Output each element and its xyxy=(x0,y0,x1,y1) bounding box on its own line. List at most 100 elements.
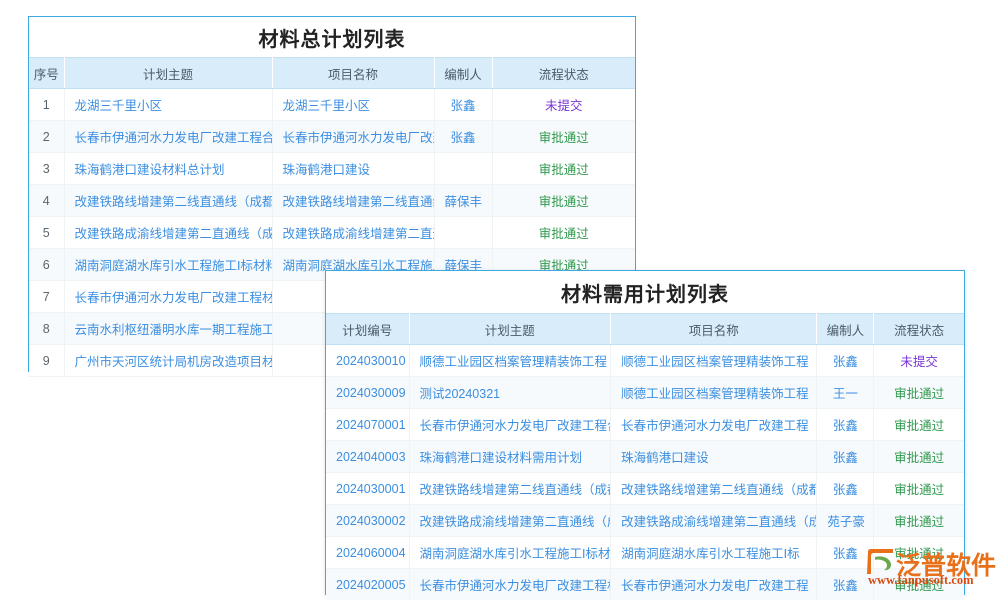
cell-author: 张鑫 xyxy=(817,345,874,377)
cell-index: 8 xyxy=(29,313,64,345)
cell-subject[interactable]: 珠海鹤港口建设材料总计划 xyxy=(64,153,272,185)
cell-subject[interactable]: 改建铁路成渝线增建第二直通线（成渝枢纽... xyxy=(64,217,272,249)
table-row[interactable]: 2长春市伊通河水力发电厂改建工程合同材料...长春市伊通河水力发电厂改建工程张鑫… xyxy=(29,121,635,153)
cell-subject[interactable]: 湖南洞庭湖水库引水工程施工I标材... xyxy=(409,537,611,569)
cell-code[interactable]: 2024070001 xyxy=(326,409,409,441)
cell-index: 1 xyxy=(29,89,64,121)
cell-index: 5 xyxy=(29,217,64,249)
status-badge: 审批通过 xyxy=(492,121,635,153)
cell-author: 王一 xyxy=(817,377,874,409)
cell-index: 7 xyxy=(29,281,64,313)
demand-plan-table-wrap: 计划编号 计划主题 项目名称 编制人 流程状态 2024030010顺德工业园区… xyxy=(326,313,964,600)
demand-plan-header-row: 计划编号 计划主题 项目名称 编制人 流程状态 xyxy=(326,314,964,345)
cell-code[interactable]: 2024030009 xyxy=(326,377,409,409)
cell-author xyxy=(434,153,492,185)
cell-subject[interactable]: 顺德工业园区档案管理精装饰工程（... xyxy=(409,345,611,377)
status-badge: 审批通过 xyxy=(492,153,635,185)
status-badge: 审批通过 xyxy=(874,473,964,505)
col-header-author[interactable]: 编制人 xyxy=(817,314,874,345)
cell-project[interactable]: 改建铁路线增建第二线直通线（成都... xyxy=(611,473,817,505)
cell-author: 张鑫 xyxy=(817,441,874,473)
cell-author: 苑子豪 xyxy=(817,505,874,537)
col-header-index[interactable]: 序号 xyxy=(29,58,64,89)
cell-project[interactable]: 珠海鹤港口建设 xyxy=(611,441,817,473)
demand-plan-title: 材料需用计划列表 xyxy=(326,271,964,313)
status-badge: 审批通过 xyxy=(874,537,964,569)
table-row[interactable]: 1龙湖三千里小区龙湖三千里小区张鑫未提交 xyxy=(29,89,635,121)
cell-subject[interactable]: 长春市伊通河水力发电厂改建工程合同材料... xyxy=(64,121,272,153)
cell-author: 薛保丰 xyxy=(434,185,492,217)
cell-code[interactable]: 2024030001 xyxy=(326,473,409,505)
cell-code[interactable]: 2024040003 xyxy=(326,441,409,473)
cell-project[interactable]: 珠海鹤港口建设 xyxy=(272,153,434,185)
cell-project[interactable]: 顺德工业园区档案管理精装饰工程（... xyxy=(611,377,817,409)
cell-subject[interactable]: 湖南洞庭湖水库引水工程施工I标材料总计划 xyxy=(64,249,272,281)
cell-project[interactable]: 湖南洞庭湖水库引水工程施工I标 xyxy=(611,537,817,569)
cell-author: 张鑫 xyxy=(817,537,874,569)
col-header-author[interactable]: 编制人 xyxy=(434,58,492,89)
cell-subject[interactable]: 长春市伊通河水力发电厂改建工程材... xyxy=(409,569,611,600)
table-row[interactable]: 2024030010顺德工业园区档案管理精装饰工程（...顺德工业园区档案管理精… xyxy=(326,345,964,377)
table-row[interactable]: 5改建铁路成渝线增建第二直通线（成渝枢纽...改建铁路成渝线增建第二直通线...… xyxy=(29,217,635,249)
status-badge: 未提交 xyxy=(492,89,635,121)
cell-project[interactable]: 改建铁路成渝线增建第二直通线（成... xyxy=(611,505,817,537)
table-row[interactable]: 2024070001长春市伊通河水力发电厂改建工程合...长春市伊通河水力发电厂… xyxy=(326,409,964,441)
status-badge: 审批通过 xyxy=(874,377,964,409)
table-row[interactable]: 2024030002改建铁路成渝线增建第二直通线（成...改建铁路成渝线增建第二… xyxy=(326,505,964,537)
table-row[interactable]: 4改建铁路线增建第二线直通线（成都-西安）...改建铁路线增建第二线直通线（..… xyxy=(29,185,635,217)
cell-subject[interactable]: 龙湖三千里小区 xyxy=(64,89,272,121)
demand-plan-tbody: 2024030010顺德工业园区档案管理精装饰工程（...顺德工业园区档案管理精… xyxy=(326,345,964,600)
cell-subject[interactable]: 云南水利枢纽潘明水库一期工程施工I标材料... xyxy=(64,313,272,345)
table-row[interactable]: 2024060004湖南洞庭湖水库引水工程施工I标材...湖南洞庭湖水库引水工程… xyxy=(326,537,964,569)
cell-subject[interactable]: 珠海鹤港口建设材料需用计划 xyxy=(409,441,611,473)
cell-author: 张鑫 xyxy=(817,569,874,600)
col-header-project[interactable]: 项目名称 xyxy=(272,58,434,89)
status-badge: 审批通过 xyxy=(874,569,964,600)
cell-index: 4 xyxy=(29,185,64,217)
cell-code[interactable]: 2024030010 xyxy=(326,345,409,377)
table-row[interactable]: 2024020005长春市伊通河水力发电厂改建工程材...长春市伊通河水力发电厂… xyxy=(326,569,964,600)
total-plan-header-row: 序号 计划主题 项目名称 编制人 流程状态 xyxy=(29,58,635,89)
cell-subject[interactable]: 改建铁路线增建第二线直通线（成都-西安）... xyxy=(64,185,272,217)
cell-code[interactable]: 2024030002 xyxy=(326,505,409,537)
cell-author: 张鑫 xyxy=(817,473,874,505)
cell-code[interactable]: 2024060004 xyxy=(326,537,409,569)
cell-subject[interactable]: 广州市天河区统计局机房改造项目材料总计划 xyxy=(64,345,272,377)
table-row[interactable]: 3珠海鹤港口建设材料总计划珠海鹤港口建设 审批通过 xyxy=(29,153,635,185)
cell-project[interactable]: 长春市伊通河水力发电厂改建工程 xyxy=(611,409,817,441)
col-header-subject[interactable]: 计划主题 xyxy=(409,314,611,345)
table-row[interactable]: 2024030009测试20240321顺德工业园区档案管理精装饰工程（...王… xyxy=(326,377,964,409)
cell-index: 2 xyxy=(29,121,64,153)
status-badge: 审批通过 xyxy=(492,217,635,249)
col-header-subject[interactable]: 计划主题 xyxy=(64,58,272,89)
col-header-project[interactable]: 项目名称 xyxy=(611,314,817,345)
col-header-code[interactable]: 计划编号 xyxy=(326,314,409,345)
cell-subject[interactable]: 改建铁路成渝线增建第二直通线（成... xyxy=(409,505,611,537)
cell-project[interactable]: 改建铁路成渝线增建第二直通线... xyxy=(272,217,434,249)
status-badge: 审批通过 xyxy=(874,441,964,473)
cell-project[interactable]: 改建铁路线增建第二线直通线（... xyxy=(272,185,434,217)
table-row[interactable]: 2024030001改建铁路线增建第二线直通线（成都...改建铁路线增建第二线直… xyxy=(326,473,964,505)
col-header-status[interactable]: 流程状态 xyxy=(492,58,635,89)
cell-project[interactable]: 顺德工业园区档案管理精装饰工程（... xyxy=(611,345,817,377)
table-row[interactable]: 2024040003珠海鹤港口建设材料需用计划珠海鹤港口建设张鑫审批通过 xyxy=(326,441,964,473)
cell-project[interactable]: 长春市伊通河水力发电厂改建工程 xyxy=(272,121,434,153)
cell-author xyxy=(434,217,492,249)
demand-plan-thead: 计划编号 计划主题 项目名称 编制人 流程状态 xyxy=(326,314,964,345)
status-badge: 审批通过 xyxy=(874,505,964,537)
cell-author: 张鑫 xyxy=(434,89,492,121)
cell-project[interactable]: 长春市伊通河水力发电厂改建工程 xyxy=(611,569,817,600)
cell-subject[interactable]: 长春市伊通河水力发电厂改建工程合... xyxy=(409,409,611,441)
demand-plan-panel: 材料需用计划列表 计划编号 计划主题 项目名称 编制人 流程状态 xyxy=(325,270,965,595)
total-plan-thead: 序号 计划主题 项目名称 编制人 流程状态 xyxy=(29,58,635,89)
col-header-status[interactable]: 流程状态 xyxy=(874,314,964,345)
cell-subject[interactable]: 长春市伊通河水力发电厂改建工程材料总计划 xyxy=(64,281,272,313)
status-badge: 审批通过 xyxy=(874,409,964,441)
status-badge: 审批通过 xyxy=(492,185,635,217)
cell-project[interactable]: 龙湖三千里小区 xyxy=(272,89,434,121)
cell-index: 9 xyxy=(29,345,64,377)
cell-subject[interactable]: 测试20240321 xyxy=(409,377,611,409)
cell-subject[interactable]: 改建铁路线增建第二线直通线（成都... xyxy=(409,473,611,505)
cell-code[interactable]: 2024020005 xyxy=(326,569,409,600)
cell-index: 3 xyxy=(29,153,64,185)
